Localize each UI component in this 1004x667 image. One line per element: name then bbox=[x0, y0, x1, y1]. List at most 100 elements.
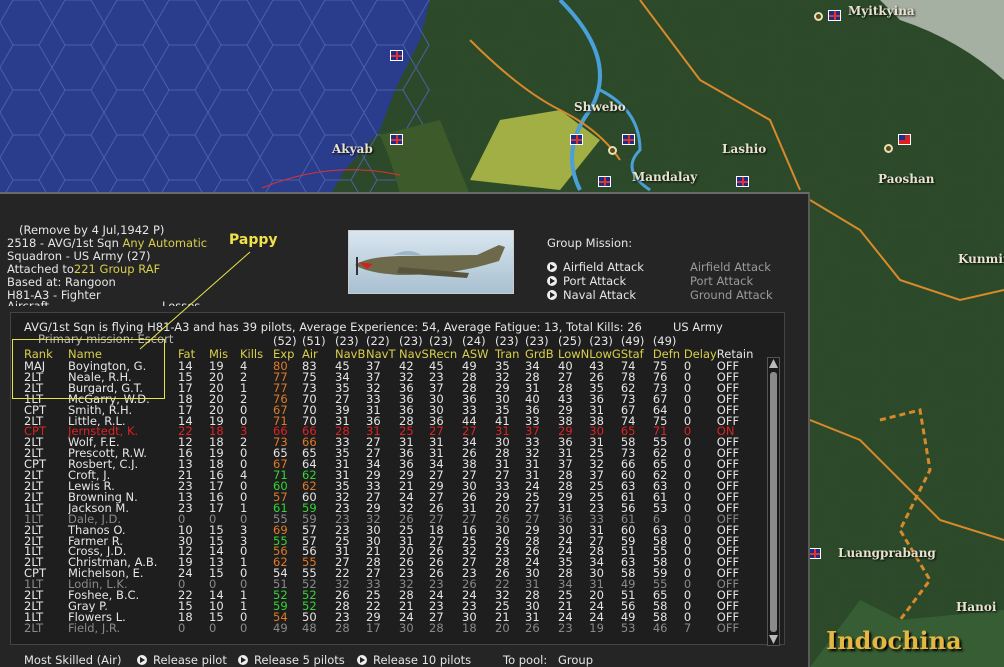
pilot-name[interactable]: Burgard, G.T. bbox=[68, 383, 178, 394]
mission-option[interactable]: Port Attack bbox=[547, 275, 626, 288]
col-mis[interactable]: Mis bbox=[209, 348, 240, 361]
release-10-button[interactable]: Release 10 pilots bbox=[357, 653, 471, 667]
pilot-name[interactable]: McGarry, W.D. bbox=[68, 394, 178, 405]
pilot-row[interactable]: 2LT Christman, A.B. 19 13 1 62 55 27 28 26 26 27 28 2… bbox=[24, 557, 753, 568]
col-retain[interactable]: Retain bbox=[717, 348, 754, 361]
pilot-retain[interactable]: OFF bbox=[717, 557, 754, 568]
pilot-row[interactable]: 1LT Dale, J.D. 0 0 0 55 59 23 32 26 27 27 26 27 36 33 61… bbox=[24, 514, 753, 525]
pilot-name[interactable]: Rosbert, C.J. bbox=[68, 459, 178, 470]
pilot-name[interactable]: Lewis R. bbox=[68, 481, 178, 492]
col-navb[interactable]: NavB bbox=[335, 348, 366, 361]
union-jack-flag-icon[interactable] bbox=[736, 176, 749, 187]
pilot-retain[interactable]: OFF bbox=[717, 546, 754, 557]
pilot-retain[interactable]: OFF bbox=[717, 481, 754, 492]
pilot-retain[interactable]: OFF bbox=[717, 601, 754, 612]
pilot-row[interactable]: 1LT Flowers L. 18 15 0 54 50 23 29 24 27 30 21 31 24 24… bbox=[24, 612, 753, 623]
pilot-retain[interactable]: OFF bbox=[717, 405, 754, 416]
pilot-retain[interactable]: OFF bbox=[717, 394, 754, 405]
pilot-name[interactable]: Browning N. bbox=[68, 492, 178, 503]
pilot-row[interactable]: 2LT Lewis R. 23 17 0 60 62 35 33 21 29 30 33 24 28 25 63… bbox=[24, 481, 753, 492]
pilot-name[interactable]: Dale, J.D. bbox=[68, 514, 178, 525]
col-air[interactable]: Air bbox=[302, 348, 335, 361]
union-jack-flag-icon[interactable] bbox=[622, 134, 635, 145]
pilot-retain[interactable]: OFF bbox=[717, 590, 754, 601]
col-defn[interactable]: Defn bbox=[653, 348, 684, 361]
union-jack-flag-icon[interactable] bbox=[598, 176, 611, 187]
town-marker-icon[interactable] bbox=[884, 144, 893, 153]
pilot-row[interactable]: 2LT Neale, R.H. 15 20 2 77 75 34 37 32 23 28 32 28 27 2… bbox=[24, 372, 753, 383]
pilot-retain[interactable]: OFF bbox=[717, 612, 754, 623]
pilot-row[interactable]: 2LT Browning N. 13 16 0 57 60 32 27 24 27 26 29 25 29 2… bbox=[24, 492, 753, 503]
col-exp[interactable]: Exp bbox=[273, 348, 302, 361]
pilot-name[interactable]: Croft, J. bbox=[68, 470, 178, 481]
town-marker-icon[interactable] bbox=[814, 12, 823, 21]
pilot-name[interactable]: Christman, A.B. bbox=[68, 557, 178, 568]
scroll-down-icon[interactable] bbox=[769, 635, 778, 644]
pilot-row[interactable]: 2LT Prescott, R.W. 16 19 0 65 65 35 27 36 31 26 28 32… bbox=[24, 448, 753, 459]
leader-name[interactable]: Pappy bbox=[229, 232, 278, 248]
pilot-name[interactable]: Smith, R.H. bbox=[68, 405, 178, 416]
col-delay[interactable]: Delay bbox=[684, 348, 717, 361]
col-staf[interactable]: Staf bbox=[621, 348, 653, 361]
pilot-name[interactable]: Lodin, L.K. bbox=[68, 579, 178, 590]
pilot-name[interactable]: Field, J.R. bbox=[68, 623, 178, 634]
pilot-name[interactable]: Jackson M. bbox=[68, 503, 178, 514]
pilot-retain[interactable]: OFF bbox=[717, 416, 754, 427]
pilot-row[interactable]: MAJ Boyington, G. 14 19 4 80 83 45 37 42 45 49 35 34 4… bbox=[24, 361, 753, 372]
pilot-retain[interactable]: OFF bbox=[717, 579, 754, 590]
roc-flag-icon[interactable] bbox=[898, 134, 911, 145]
pilot-row[interactable]: 1LT McGarry, W.D. 18 20 2 76 70 27 33 36 30 36 30 40 4… bbox=[24, 394, 753, 405]
pilot-row[interactable]: 2LT Field, J.R. 0 0 0 49 48 28 17 30 28 18 20 26 23 19 5… bbox=[24, 623, 753, 634]
pilot-retain[interactable]: OFF bbox=[717, 503, 754, 514]
most-skilled-button[interactable]: Most Skilled (Air) bbox=[24, 653, 121, 667]
pilot-row[interactable]: 2LT Little, R.L. 14 19 0 71 70 31 36 28 36 44 41 33 38… bbox=[24, 416, 753, 427]
union-jack-flag-icon[interactable] bbox=[390, 134, 403, 145]
pilot-retain[interactable]: OFF bbox=[717, 470, 754, 481]
scroll-thumb[interactable] bbox=[770, 372, 777, 632]
pilot-name[interactable]: Prescott, R.W. bbox=[68, 448, 178, 459]
pilot-row[interactable]: CPT Rosbert, C.J. 13 18 0 67 64 31 34 36 34 38 31 31 3… bbox=[24, 459, 753, 470]
union-jack-flag-icon[interactable] bbox=[390, 50, 403, 61]
pilot-name[interactable]: Thanos O. bbox=[68, 525, 178, 536]
col-kills[interactable]: Kills bbox=[240, 348, 273, 361]
col-tran[interactable]: Tran bbox=[495, 348, 525, 361]
col-lown[interactable]: LowN bbox=[558, 348, 589, 361]
mission-option[interactable]: Naval Attack bbox=[547, 289, 636, 302]
pilot-row[interactable]: 2LT Wolf, F.E. 12 18 2 73 66 33 27 31 31 34 30 33 36 31… bbox=[24, 437, 753, 448]
pilot-retain[interactable]: OFF bbox=[717, 448, 754, 459]
pilot-retain[interactable]: OFF bbox=[717, 361, 754, 372]
pilot-name[interactable]: Foshee, B.C. bbox=[68, 590, 178, 601]
col-rank[interactable]: Rank bbox=[24, 348, 68, 361]
col-fat[interactable]: Fat bbox=[178, 348, 209, 361]
pilot-retain[interactable]: OFF bbox=[717, 492, 754, 503]
release-5-button[interactable]: Release 5 pilots bbox=[238, 653, 345, 667]
pilot-name[interactable]: Flowers L. bbox=[68, 612, 178, 623]
pilot-row[interactable]: 2LT Thanos O. 10 15 3 69 57 23 30 25 18 16 30 29 30 31 6… bbox=[24, 525, 753, 536]
col-name[interactable]: Name bbox=[68, 348, 178, 361]
pilot-name[interactable]: Boyington, G. bbox=[68, 361, 178, 372]
pilot-name[interactable]: Little, R.L. bbox=[68, 416, 178, 427]
pilot-name[interactable]: Cross, J.D. bbox=[68, 546, 178, 557]
pilot-retain[interactable]: ON bbox=[717, 426, 754, 437]
col-grdb[interactable]: GrdB bbox=[525, 348, 558, 361]
pilot-row[interactable]: 1LT Jackson M. 23 17 1 61 59 23 29 32 26 31 20 27 31 23… bbox=[24, 503, 753, 514]
pilot-row[interactable]: 2LT Gray P. 15 10 1 59 52 28 22 21 23 23 25 30 21 24 56 5… bbox=[24, 601, 753, 612]
roster-scrollbar[interactable] bbox=[767, 357, 780, 646]
pilot-retain[interactable]: OFF bbox=[717, 459, 754, 470]
pilot-retain[interactable]: OFF bbox=[717, 372, 754, 383]
attached-hq-link[interactable]: 221 Group RAF bbox=[74, 262, 160, 276]
col-navt[interactable]: NavT bbox=[366, 348, 399, 361]
col-navs[interactable]: NavS bbox=[399, 348, 429, 361]
pilot-retain[interactable]: OFF bbox=[717, 536, 754, 547]
town-marker-icon[interactable] bbox=[608, 146, 617, 155]
union-jack-flag-icon[interactable] bbox=[828, 10, 841, 21]
pilot-name[interactable]: Neale, R.H. bbox=[68, 372, 178, 383]
pilot-row[interactable]: 2LT Burgard, G.T. 17 20 1 77 73 35 32 36 37 28 29 31 2… bbox=[24, 383, 753, 394]
pilot-retain[interactable]: OFF bbox=[717, 623, 754, 634]
col-recn[interactable]: Recn bbox=[429, 348, 462, 361]
pilot-name[interactable]: Michelson, E. bbox=[68, 568, 178, 579]
pilot-name[interactable]: Farmer R. bbox=[68, 536, 178, 547]
pilot-row[interactable]: CPT Jernstedt, K. 22 18 3 66 66 28 31 25 27 27 31 37 2… bbox=[24, 426, 753, 437]
union-jack-flag-icon[interactable] bbox=[570, 134, 583, 145]
pilot-row[interactable]: 1LT Lodin, L.K. 0 0 0 51 52 32 33 32 23 26 22 31 34 31 4… bbox=[24, 579, 753, 590]
